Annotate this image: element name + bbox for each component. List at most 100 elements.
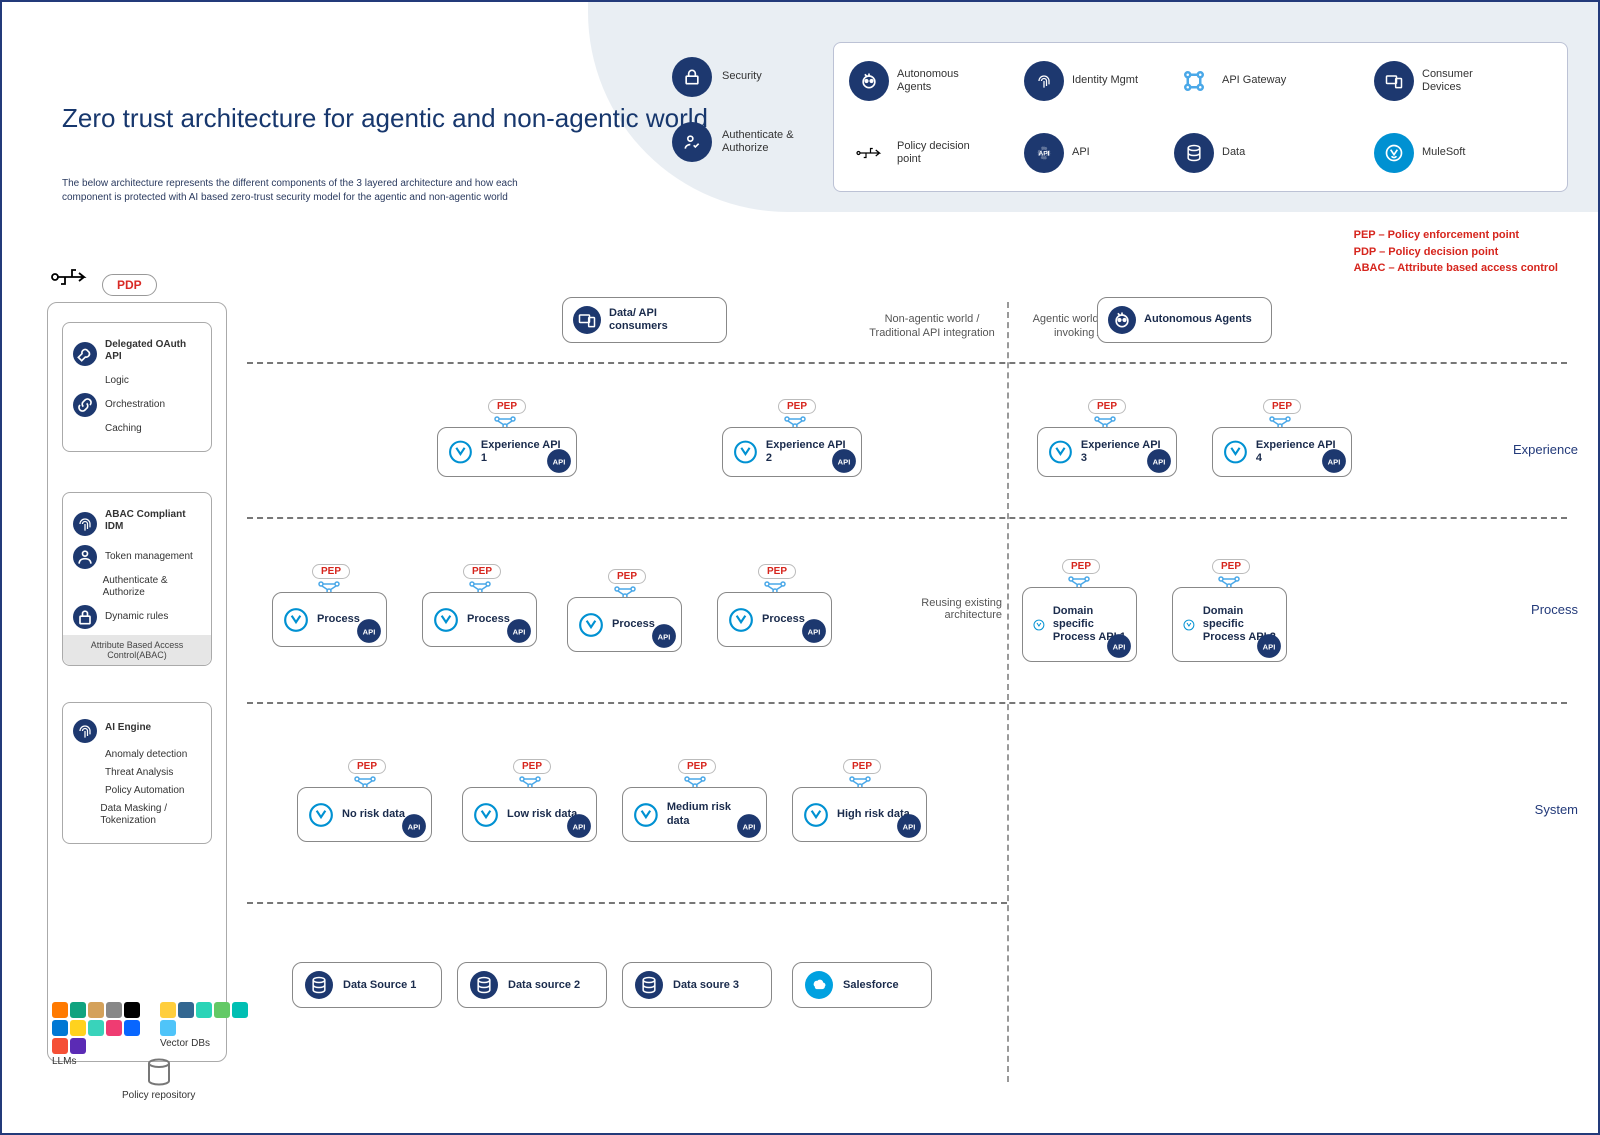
mulesoft-icon [578,612,604,638]
layer-line [247,902,1007,904]
node-ds2: Data source 2 [457,962,607,1008]
pep-tag: PEP [312,564,350,579]
api-gear-icon: API [356,618,382,644]
policy-repository: Policy repository [122,1057,195,1101]
pep-tag: PEP [488,399,526,414]
legend: Autonomous Agents Identity Mgmt API Gate… [833,42,1568,192]
legend-data: Data [1174,133,1245,173]
pep-tag: PEP [608,569,646,584]
node-exp4: Experience API 4 API [1212,427,1352,477]
pep-tag: PEP [463,564,501,579]
database-icon [305,971,333,999]
layer-line [247,517,1567,519]
mulesoft-icon [1048,439,1073,465]
api-gear-icon: API [566,813,592,839]
header-item-auth: Authenticate & Authorize [672,122,802,162]
node-dproc2: Domain specific Process API 2 API [1172,587,1287,662]
layer-line [247,362,1567,364]
node-medrisk: Medium risk data API [622,787,767,842]
mulesoft-icon [1183,612,1195,638]
node-ds1: Data Source 1 [292,962,442,1008]
card-oauth: Delegated OAuth API Logic Orchestration … [62,322,212,452]
mulesoft-icon [733,439,758,465]
page-title: Zero trust architecture for agentic and … [62,102,708,136]
svg-text:API: API [1153,457,1166,466]
svg-text:API: API [573,822,586,831]
mulesoft-icon [1223,439,1248,465]
layer-experience: Experience [1513,442,1578,457]
node-lowrisk: Low risk data API [462,787,597,842]
api-gear-icon: API [736,813,762,839]
mulesoft-icon [308,802,334,828]
api-gear-icon: API [651,623,677,649]
svg-text:API: API [743,822,756,831]
database-icon [635,971,663,999]
api-gear-icon: API [1321,448,1347,474]
legend-autonomous-agents: Autonomous Agents [849,61,977,101]
mulesoft-icon [448,439,473,465]
node-consumers: Data/ API consumers [562,297,727,343]
node-norisk: No risk data API [297,787,432,842]
pep-tag: PEP [513,759,551,774]
node-process: Process API [717,592,832,647]
robot-icon [849,61,889,101]
api-gear-icon: API [831,448,857,474]
node-agents: Autonomous Agents [1097,297,1272,343]
acronyms: PEP – Policy enforcement pointPDP – Poli… [1354,227,1558,277]
legend-idm: Identity Mgmt [1024,61,1138,101]
robot-icon [1108,306,1136,334]
node-exp1: Experience API 1 API [437,427,577,477]
svg-text:API: API [553,457,566,466]
pdp-tag: PDP [102,274,157,296]
pep-tag: PEP [843,759,881,774]
node-exp3: Experience API 3 API [1037,427,1177,477]
api-gear-icon: API [546,448,572,474]
wrench-icon [73,342,97,366]
mulesoft-icon [633,802,659,828]
mulesoft-icon [1374,133,1414,173]
legend-mulesoft: MuleSoft [1374,133,1465,173]
fingerprint-icon [73,719,97,743]
fingerprint-icon [73,512,97,536]
api-gear-icon: API [401,813,427,839]
mulesoft-icon [283,607,309,633]
node-process: Process API [567,597,682,652]
layer-system: System [1535,802,1578,817]
card-idm: ABAC Compliant IDM Token management Auth… [62,492,212,666]
world-divider [1007,302,1009,1082]
layer-process: Process [1531,602,1578,617]
svg-text:API: API [513,627,526,636]
lock-icon [73,605,97,629]
svg-text:API: API [1038,151,1049,158]
api-gear-icon: API [896,813,922,839]
devices-icon [573,306,601,334]
header-label: Authenticate & Authorize [722,129,802,155]
usb-icon [50,264,90,295]
node-highrisk: High risk data API [792,787,927,842]
mulesoft-icon [473,802,499,828]
api-gear-icon: API [506,618,532,644]
svg-text:API: API [1328,457,1341,466]
pep-tag: PEP [1212,559,1250,574]
node-ds3: Data soure 3 [622,962,772,1008]
card-ai: AI Engine Anomaly detection Threat Analy… [62,702,212,844]
mulesoft-icon [433,607,459,633]
pep-tag: PEP [348,759,386,774]
node-exp2: Experience API 2 API [722,427,862,477]
api-gear-icon: API [801,618,827,644]
pep-tag: PEP [778,399,816,414]
node-process: Process API [422,592,537,647]
layer-line [247,702,1567,704]
api-gear-icon: API [1106,633,1132,659]
node-dproc1: Domain specific Process API 1 API [1022,587,1137,662]
gateway-icon [1174,61,1214,101]
svg-text:API: API [808,627,821,636]
header-item-security: Security [672,57,762,97]
pep-tag: PEP [1263,399,1301,414]
svg-text:API: API [363,627,376,636]
svg-text:API: API [903,822,916,831]
salesforce-icon [805,971,833,999]
label-nonagentic: Non-agentic world / Traditional API inte… [862,312,1002,341]
pep-tag: PEP [1062,559,1100,574]
svg-text:API: API [408,822,421,831]
